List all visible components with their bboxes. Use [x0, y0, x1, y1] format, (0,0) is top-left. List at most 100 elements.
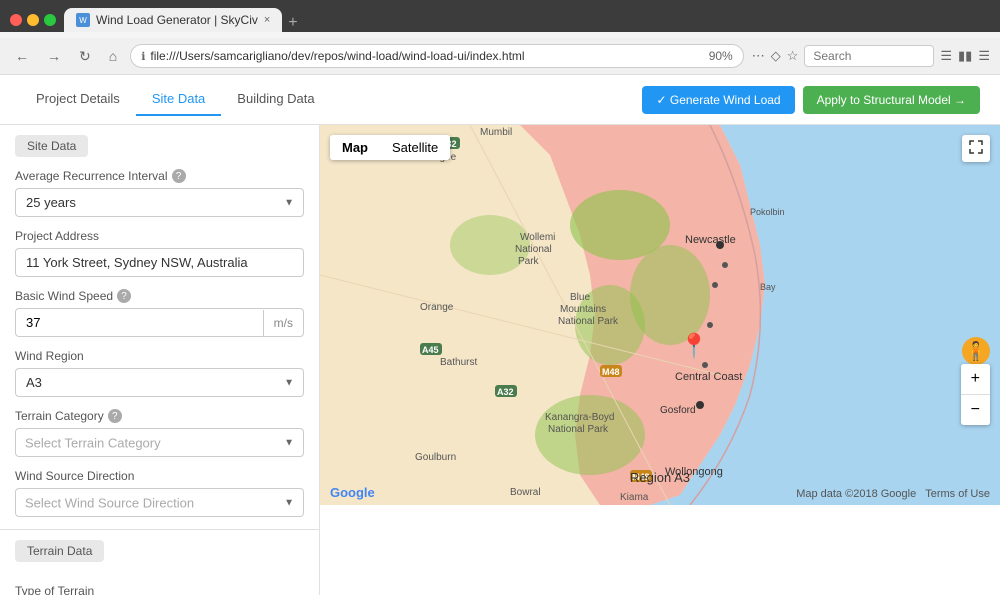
wind-direction-label: Wind Source Direction: [15, 469, 304, 483]
address-bar-icon: ℹ: [141, 50, 145, 63]
street-view-icon[interactable]: 🧍: [962, 337, 990, 365]
pegman-icon[interactable]: 🧍: [962, 337, 990, 365]
ari-select-wrapper: 25 years 5 years 10 years 50 years 100 y…: [15, 188, 304, 217]
svg-text:Bay: Bay: [760, 282, 776, 292]
map-type-controls: Map Satellite: [330, 135, 450, 160]
terrain-type-label: Type of Terrain: [15, 584, 304, 595]
svg-text:A45: A45: [422, 345, 439, 355]
ari-field-group: Average Recurrence Interval ? 25 years 5…: [0, 169, 319, 229]
browser-top: W Wind Load Generator | SkyCiv × +: [10, 8, 990, 32]
wind-region-select[interactable]: A3 A1 A2 B C D: [15, 368, 304, 397]
svg-text:Blue: Blue: [570, 292, 590, 303]
nav-tabs: Project Details Site Data Building Data: [20, 83, 331, 116]
terrain-category-select[interactable]: Category 1 Category 2 Category 3: [15, 428, 304, 457]
wind-speed-input[interactable]: [16, 309, 263, 336]
terrain-data-label: Terrain Data: [15, 540, 104, 562]
generate-wind-load-button[interactable]: ✓ Generate Wind Load: [642, 86, 794, 114]
pocket-icon[interactable]: ◇: [771, 48, 781, 64]
region-label: Region A3: [630, 470, 690, 485]
site-data-section-label: Site Data: [15, 135, 88, 157]
svg-text:Kiama: Kiama: [620, 492, 649, 503]
ari-help-icon[interactable]: ?: [172, 169, 186, 183]
svg-text:Orange: Orange: [420, 302, 454, 313]
map-data-text: Map data ©2018 Google: [796, 488, 916, 500]
svg-text:National: National: [515, 244, 552, 255]
refresh-button[interactable]: ↻: [74, 46, 96, 67]
satellite-view-button[interactable]: Satellite: [380, 135, 450, 160]
tab-close-btn[interactable]: ×: [264, 14, 270, 26]
map-zoom-controls: + −: [961, 364, 990, 425]
tab-building-data[interactable]: Building Data: [221, 83, 330, 116]
svg-text:Bowral: Bowral: [510, 487, 541, 498]
svg-text:Wollemi: Wollemi: [520, 232, 555, 243]
svg-text:Bathurst: Bathurst: [440, 357, 477, 368]
search-input[interactable]: [804, 45, 934, 67]
app-header: Project Details Site Data Building Data …: [0, 75, 1000, 125]
tab-title: Wind Load Generator | SkyCiv: [96, 13, 258, 27]
ari-label: Average Recurrence Interval ?: [15, 169, 304, 183]
terrain-category-select-wrapper: Category 1 Category 2 Category 3 ▼ Selec…: [15, 428, 304, 457]
map-fullscreen-button[interactable]: [962, 135, 990, 162]
wind-speed-label: Basic Wind Speed ?: [15, 289, 304, 303]
zoom-out-button[interactable]: −: [961, 395, 990, 425]
address-field-group: Project Address: [0, 229, 319, 289]
close-traffic-light[interactable]: [10, 14, 22, 26]
terrain-category-help-icon[interactable]: ?: [108, 409, 122, 423]
wind-speed-input-wrapper: m/s: [15, 308, 304, 337]
address-text: file:///Users/samcarigliano/dev/repos/wi…: [150, 49, 703, 63]
ari-select[interactable]: 25 years 5 years 10 years 50 years 100 y…: [15, 188, 304, 217]
svg-text:Central Coast: Central Coast: [675, 371, 742, 383]
new-tab-button[interactable]: +: [282, 14, 303, 32]
wind-speed-field-group: Basic Wind Speed ? m/s: [0, 289, 319, 349]
apply-structural-model-button[interactable]: Apply to Structural Model →: [803, 86, 980, 114]
tab-bar: W Wind Load Generator | SkyCiv × +: [64, 8, 990, 32]
wind-speed-unit: m/s: [263, 310, 303, 336]
address-bar[interactable]: ℹ file:///Users/samcarigliano/dev/repos/…: [130, 44, 744, 68]
address-input[interactable]: [15, 248, 304, 277]
wind-direction-select[interactable]: North South East West: [15, 488, 304, 517]
traffic-lights: [10, 14, 56, 26]
tab-project-details[interactable]: Project Details: [20, 83, 136, 116]
svg-text:Goulburn: Goulburn: [415, 452, 456, 463]
map-container[interactable]: Newcastle Central Coast Gosford Wollongo…: [320, 125, 1000, 505]
map-background: Newcastle Central Coast Gosford Wollongo…: [320, 125, 1000, 505]
tab-overview-icon[interactable]: ▮▮: [958, 48, 972, 64]
app-container: Project Details Site Data Building Data …: [0, 75, 1000, 595]
svg-text:Park: Park: [518, 256, 540, 267]
svg-text:National Park: National Park: [558, 316, 619, 327]
google-logo: Google: [330, 485, 375, 500]
wind-speed-help-icon[interactable]: ?: [117, 289, 131, 303]
svg-text:National Park: National Park: [548, 424, 609, 435]
map-data: Map data ©2018 Google Terms of Use: [796, 488, 990, 500]
map-view-button[interactable]: Map: [330, 135, 380, 160]
menu-icon[interactable]: ☰: [978, 48, 990, 64]
svg-text:Mountains: Mountains: [560, 304, 606, 315]
bookmark-icon[interactable]: ☆: [787, 48, 799, 64]
svg-text:Gosford: Gosford: [660, 405, 696, 416]
wind-region-label: Wind Region: [15, 349, 304, 363]
maximize-traffic-light[interactable]: [44, 14, 56, 26]
home-button[interactable]: ⌂: [104, 46, 122, 66]
zoom-in-button[interactable]: +: [961, 364, 990, 395]
toolbar-actions: ⋯ ◇ ☆ ☰ ▮▮ ☰: [752, 45, 990, 67]
wind-region-field-group: Wind Region A3 A1 A2 B C D ▼: [0, 349, 319, 409]
header-buttons: ✓ Generate Wind Load Apply to Structural…: [642, 86, 980, 114]
wind-region-select-wrapper: A3 A1 A2 B C D ▼: [15, 368, 304, 397]
browser-toolbar: ← → ↻ ⌂ ℹ file:///Users/samcarigliano/de…: [0, 38, 1000, 75]
terrain-category-field-group: Terrain Category ? Category 1 Category 2…: [0, 409, 319, 469]
browser-tab[interactable]: W Wind Load Generator | SkyCiv ×: [64, 8, 282, 32]
minimize-traffic-light[interactable]: [27, 14, 39, 26]
forward-button[interactable]: →: [42, 46, 66, 66]
wind-direction-select-wrapper: North South East West ▼ Select Wind Sour…: [15, 488, 304, 517]
map-attribution: Google: [330, 485, 375, 500]
tab-site-data[interactable]: Site Data: [136, 83, 221, 116]
back-button[interactable]: ←: [10, 46, 34, 66]
browser-chrome: W Wind Load Generator | SkyCiv × +: [0, 0, 1000, 32]
wind-direction-field-group: Wind Source Direction North South East W…: [0, 469, 319, 529]
tab-favicon: W: [76, 13, 90, 27]
sidebar-icon[interactable]: ☰: [940, 48, 952, 64]
extensions-icon[interactable]: ⋯: [752, 48, 765, 64]
terms-of-use-link[interactable]: Terms of Use: [925, 488, 990, 500]
terrain-type-field-group: Type of Terrain Flat Hill Escarpment ▼ S…: [0, 584, 319, 595]
terrain-data-section: Terrain Data Type of Terrain Flat Hill E…: [0, 529, 319, 595]
